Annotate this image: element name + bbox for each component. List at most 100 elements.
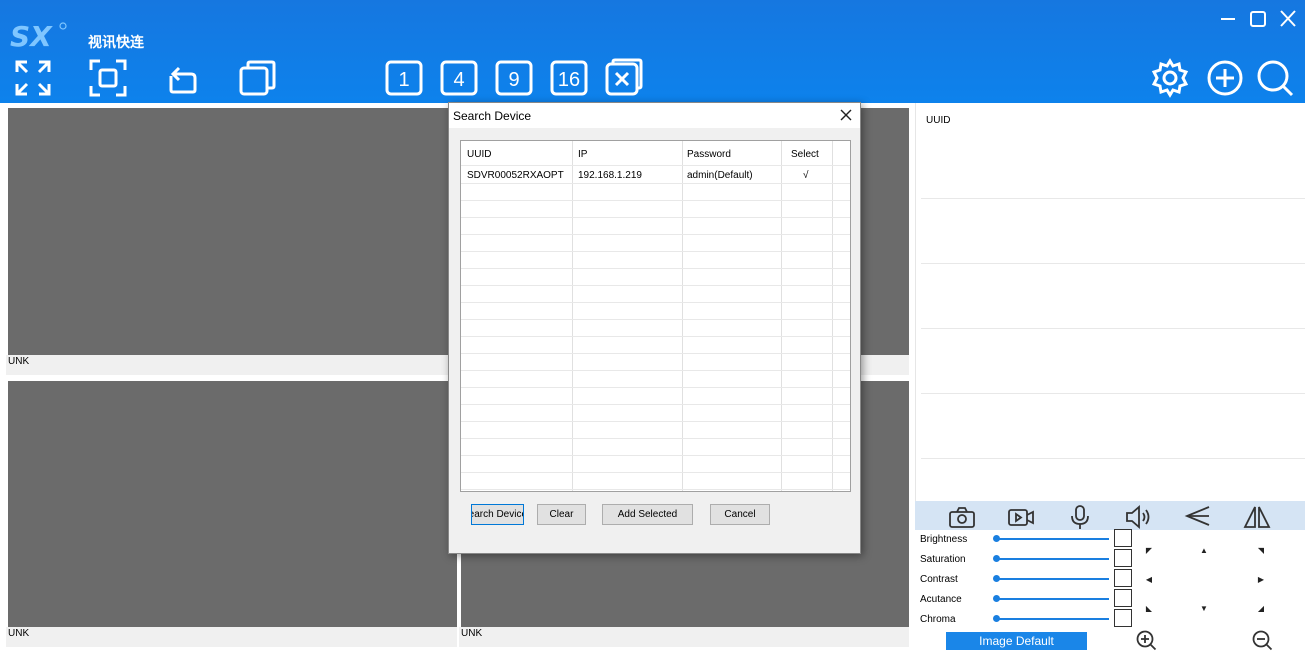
row-divider <box>461 183 850 184</box>
row-divider <box>461 438 850 439</box>
snapshot-icon[interactable] <box>947 504 977 530</box>
row-divider <box>461 455 850 456</box>
row-divider <box>461 251 850 252</box>
video-pane-1-label: UNK <box>6 355 457 375</box>
layout-16-label: 16 <box>558 69 580 91</box>
multi-window-icon[interactable] <box>238 58 278 98</box>
layout-9-button[interactable]: 9 <box>495 58 535 98</box>
contrast-label: Contrast <box>920 574 958 585</box>
layout-9-label: 9 <box>508 69 519 91</box>
divider <box>921 458 1305 459</box>
saturation-slider-knob[interactable] <box>993 555 1000 562</box>
search-device-dialog: Search Device UUID IP Password Select SD… <box>448 102 861 554</box>
ptz-up-left-icon[interactable]: ◤ <box>1144 546 1154 556</box>
row-divider <box>461 302 850 303</box>
chroma-slider-knob[interactable] <box>993 615 1000 622</box>
rotate-icon[interactable] <box>163 58 203 98</box>
ptz-right-icon[interactable]: ▶ <box>1256 575 1266 585</box>
video-pane-1[interactable] <box>8 108 457 355</box>
fullscreen-icon[interactable] <box>13 58 53 98</box>
ptz-value-box[interactable] <box>1114 569 1132 587</box>
row-divider <box>461 387 850 388</box>
title-toolbar: SX 视讯快连 1 4 9 16 <box>0 0 1305 103</box>
microphone-icon[interactable] <box>1065 504 1095 530</box>
select-column-header[interactable]: Select <box>791 149 819 160</box>
zoom-in-icon[interactable] <box>1135 629 1157 651</box>
saturation-slider[interactable] <box>996 558 1109 560</box>
clear-button[interactable]: Clear <box>537 504 586 525</box>
device-results-table[interactable]: UUID IP Password Select SDVR00052RXAOPT … <box>460 140 851 492</box>
video-pane-3[interactable] <box>8 381 457 627</box>
divider <box>921 328 1305 329</box>
settings-icon[interactable] <box>1150 58 1190 98</box>
table-cell-password[interactable]: admin(Default) <box>687 170 753 181</box>
row-divider <box>461 200 850 201</box>
close-all-icon[interactable] <box>605 58 645 98</box>
divider <box>921 263 1305 264</box>
acutance-slider-knob[interactable] <box>993 595 1000 602</box>
layout-1-button[interactable]: 1 <box>385 58 425 98</box>
svg-text:SX: SX <box>10 20 53 52</box>
cancel-button[interactable]: Cancel <box>710 504 770 525</box>
ptz-value-box[interactable] <box>1114 529 1132 547</box>
ptz-left-icon[interactable]: ◀ <box>1144 575 1154 585</box>
contrast-slider-knob[interactable] <box>993 575 1000 582</box>
search-icon[interactable] <box>1255 58 1295 98</box>
control-icon-bar <box>915 501 1305 530</box>
row-divider <box>461 421 850 422</box>
row-divider <box>461 353 850 354</box>
app-title: 视讯快连 <box>88 35 144 51</box>
dialog-titlebar: Search Device <box>449 103 860 128</box>
layout-1-label: 1 <box>398 69 409 91</box>
minimize-icon[interactable] <box>1218 10 1238 28</box>
device-list-panel[interactable]: UUID <box>915 103 1305 501</box>
contrast-slider[interactable] <box>996 578 1109 580</box>
row-divider <box>461 268 850 269</box>
dialog-close-icon[interactable] <box>838 107 854 123</box>
add-device-icon[interactable] <box>1205 58 1245 98</box>
ptz-value-box[interactable] <box>1114 609 1132 627</box>
acutance-row: Acutance <box>920 590 1135 610</box>
uuid-column-header[interactable]: UUID <box>467 149 491 160</box>
acutance-slider[interactable] <box>996 598 1109 600</box>
flip-vertical-icon[interactable] <box>1183 504 1213 530</box>
record-icon[interactable] <box>1006 504 1036 530</box>
row-divider <box>461 234 850 235</box>
close-icon[interactable] <box>1278 10 1298 28</box>
layout-4-button[interactable]: 4 <box>440 58 480 98</box>
acutance-label: Acutance <box>920 594 962 605</box>
table-cell-uuid[interactable]: SDVR00052RXAOPT <box>467 170 564 181</box>
ptz-value-box[interactable] <box>1114 549 1132 567</box>
row-divider <box>461 319 850 320</box>
fit-screen-icon[interactable] <box>88 58 128 98</box>
app-logo: SX <box>8 18 68 53</box>
chroma-slider[interactable] <box>996 618 1109 620</box>
row-divider <box>461 472 850 473</box>
divider <box>921 198 1305 199</box>
table-cell-ip[interactable]: 192.168.1.219 <box>578 170 642 181</box>
speaker-icon[interactable] <box>1124 504 1154 530</box>
ptz-up-right-icon[interactable]: ◥ <box>1256 546 1266 556</box>
brightness-slider-knob[interactable] <box>993 535 1000 542</box>
layout-16-button[interactable]: 16 <box>550 58 590 98</box>
table-cell-select[interactable]: √ <box>803 170 809 181</box>
ptz-value-box[interactable] <box>1114 589 1132 607</box>
password-column-header[interactable]: Password <box>687 149 731 160</box>
contrast-row: Contrast <box>920 570 1135 590</box>
ip-column-header[interactable]: IP <box>578 149 587 160</box>
image-default-button[interactable]: Image Default <box>946 632 1087 650</box>
divider <box>921 393 1305 394</box>
ptz-down-left-icon[interactable]: ◣ <box>1144 604 1154 614</box>
maximize-icon[interactable] <box>1248 10 1268 28</box>
zoom-out-icon[interactable] <box>1251 629 1273 651</box>
video-pane-3-label: UNK <box>6 627 457 647</box>
ptz-down-icon[interactable]: ▼ <box>1199 604 1209 614</box>
ptz-down-right-icon[interactable]: ◢ <box>1256 604 1266 614</box>
ptz-up-icon[interactable]: ▲ <box>1199 546 1209 556</box>
add-selected-button[interactable]: Add Selected <box>602 504 693 525</box>
brightness-row: Brightness <box>920 530 1135 550</box>
mirror-icon[interactable] <box>1242 504 1272 530</box>
search-device-button[interactable]: Search Device <box>471 504 524 525</box>
control-panel: Brightness Saturation Contrast Acutance … <box>915 501 1305 652</box>
brightness-slider[interactable] <box>996 538 1109 540</box>
